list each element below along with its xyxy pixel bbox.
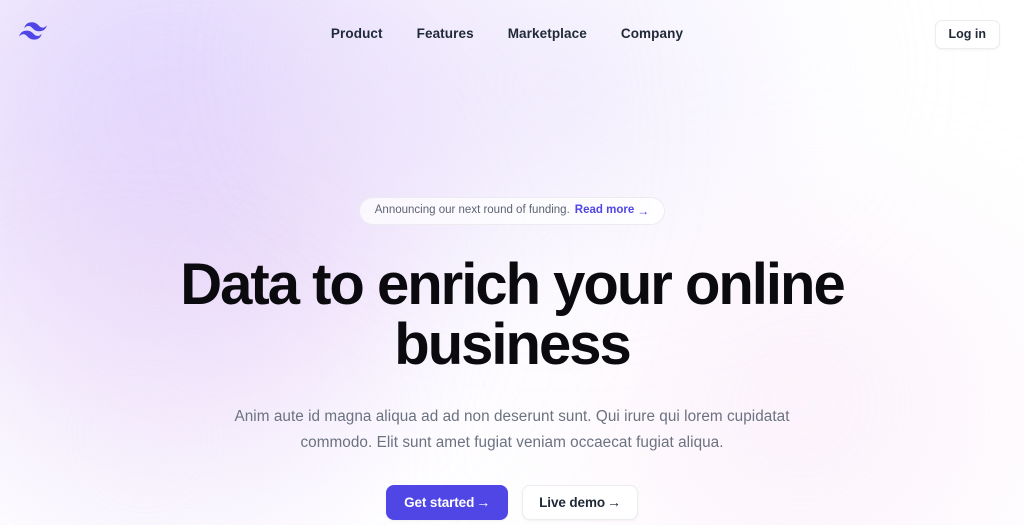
hero-cta-group: Get started → Live demo → [386,484,638,520]
logo-home-link[interactable] [18,21,74,48]
announcement-read-more-link[interactable]: Read more → [575,205,649,217]
announcement-link-label: Read more [574,204,635,217]
get-started-button[interactable]: Get started → [386,484,509,520]
hero-section: Announcing our next round of funding. Re… [0,68,1024,525]
nav-item-features[interactable]: Features [417,27,474,41]
arrow-right-icon: → [637,204,650,218]
nav-item-marketplace[interactable]: Marketplace [508,27,587,41]
primary-navigation: Product Features Marketplace Company [70,27,944,41]
announcement-banner[interactable]: Announcing our next round of funding. Re… [358,197,666,225]
wave-logo-icon [18,21,48,48]
nav-item-product[interactable]: Product [331,27,383,41]
arrow-right-icon: → [476,494,491,511]
hero-heading: Data to enrich your online business [180,252,845,378]
live-demo-label: Live demo [539,494,606,510]
header-actions: Log in [934,19,1000,49]
nav-item-company[interactable]: Company [621,27,683,41]
announcement-text: Announcing our next round of funding. [374,204,570,217]
hero-subtitle: Anim aute id magna aliqua ad ad non dese… [234,408,790,452]
site-header: Product Features Marketplace Company Log… [0,0,1024,68]
live-demo-button[interactable]: Live demo → [522,484,638,520]
login-button[interactable]: Log in [934,19,1000,49]
arrow-right-icon: → [607,494,621,511]
get-started-label: Get started [404,494,475,510]
landing-page: Product Features Marketplace Company Log… [0,0,1024,525]
